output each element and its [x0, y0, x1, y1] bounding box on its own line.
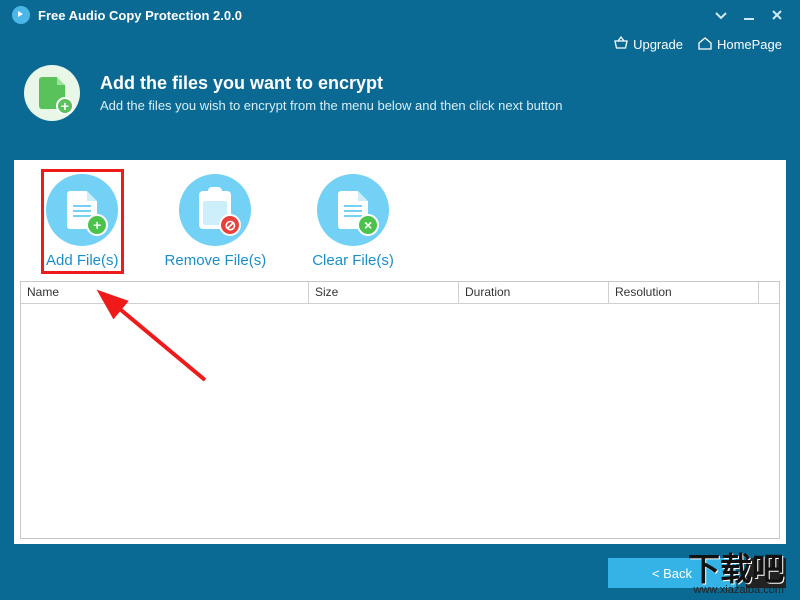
remove-icon: ⊘	[219, 214, 241, 236]
upgrade-label: Upgrade	[633, 37, 683, 52]
file-table: Name Size Duration Resolution	[20, 281, 780, 539]
footer-buttons: < Back	[608, 558, 786, 588]
basket-icon	[613, 36, 629, 53]
clear-files-label: Clear File(s)	[312, 252, 394, 269]
clear-icon: ×	[357, 214, 379, 236]
plus-icon: +	[86, 214, 108, 236]
table-header: Name Size Duration Resolution	[21, 282, 779, 304]
back-button[interactable]: < Back	[608, 558, 736, 588]
homepage-link[interactable]: HomePage	[697, 36, 782, 53]
col-scrollbar[interactable]	[759, 282, 779, 303]
main-panel: + Add File(s) ⊘ Remove File(s) × Clear F…	[14, 160, 786, 544]
app-logo-icon	[12, 6, 30, 24]
home-icon	[697, 36, 713, 53]
clear-files-button[interactable]: × Clear File(s)	[308, 170, 398, 273]
col-duration[interactable]: Duration	[459, 282, 609, 303]
upgrade-link[interactable]: Upgrade	[613, 36, 683, 53]
minimize-button[interactable]	[738, 4, 760, 26]
action-toolbar: + Add File(s) ⊘ Remove File(s) × Clear F…	[14, 160, 786, 281]
dropdown-icon[interactable]	[710, 4, 732, 26]
top-links: Upgrade HomePage	[0, 30, 800, 55]
close-button[interactable]	[766, 4, 788, 26]
col-resolution[interactable]: Resolution	[609, 282, 759, 303]
remove-files-button[interactable]: ⊘ Remove File(s)	[161, 170, 271, 273]
remove-files-label: Remove File(s)	[165, 252, 267, 269]
next-button-obscured[interactable]	[746, 558, 786, 588]
homepage-label: HomePage	[717, 37, 782, 52]
page-header: + Add the files you want to encrypt Add …	[0, 55, 800, 139]
page-subtitle: Add the files you wish to encrypt from t…	[100, 98, 562, 113]
col-name[interactable]: Name	[21, 282, 309, 303]
add-file-hero-icon: +	[24, 65, 80, 121]
add-files-label: Add File(s)	[46, 252, 119, 269]
title-bar: Free Audio Copy Protection 2.0.0	[0, 0, 800, 30]
add-files-button[interactable]: + Add File(s)	[42, 170, 123, 273]
col-size[interactable]: Size	[309, 282, 459, 303]
page-title: Add the files you want to encrypt	[100, 73, 562, 94]
app-title: Free Audio Copy Protection 2.0.0	[38, 8, 242, 23]
